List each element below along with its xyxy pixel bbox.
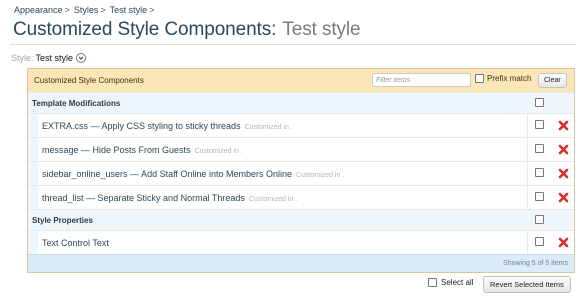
list-item-text: thread_list — Separate Sticky and Normal… bbox=[42, 193, 297, 203]
prefix-match-label: Prefix match bbox=[487, 74, 532, 83]
breadcrumb-appearance[interactable]: Appearance bbox=[14, 5, 63, 15]
breadcrumb-separator: > bbox=[100, 5, 106, 15]
list-item: Text Control Text bbox=[28, 230, 574, 254]
list-item-link[interactable]: sidebar_online_users — Add Staff Online … bbox=[42, 169, 292, 179]
row-select-checkbox[interactable] bbox=[535, 168, 544, 177]
section-style-properties: Style Properties bbox=[28, 209, 574, 230]
row-indent bbox=[28, 186, 38, 209]
section-select-checkbox[interactable] bbox=[535, 98, 544, 107]
list-item-link[interactable]: EXTRA.css — Apply CSS styling to sticky … bbox=[42, 121, 241, 131]
row-divider bbox=[527, 186, 528, 209]
breadcrumb-styles[interactable]: Styles bbox=[74, 5, 99, 15]
showing-count: Showing 5 of 5 items bbox=[503, 260, 568, 267]
breadcrumb-test-style[interactable]: Test style bbox=[110, 5, 148, 15]
list-item-link[interactable]: thread_list — Separate Sticky and Normal… bbox=[42, 193, 245, 203]
select-all-label: Select all bbox=[441, 278, 474, 287]
list-item: sidebar_online_users — Add Staff Online … bbox=[28, 161, 574, 185]
list-item: message — Hide Posts From Guests Customiz… bbox=[28, 137, 574, 161]
style-selector[interactable]: Style: Test style bbox=[11, 53, 87, 63]
section-label: Style Properties bbox=[32, 215, 93, 225]
clear-filter-button[interactable]: Clear bbox=[538, 73, 567, 88]
delete-icon[interactable] bbox=[558, 120, 569, 131]
list-item-link[interactable]: Text Control Text bbox=[42, 238, 109, 248]
list-item: EXTRA.css — Apply CSS styling to sticky … bbox=[28, 113, 574, 137]
row-indent bbox=[28, 114, 38, 137]
delete-icon[interactable] bbox=[558, 144, 569, 155]
row-divider bbox=[527, 231, 528, 254]
page-title-main: Customized Style Components: bbox=[13, 19, 277, 40]
delete-icon[interactable] bbox=[558, 192, 569, 203]
breadcrumb-separator: > bbox=[64, 5, 70, 15]
panel-header: Customized Style Components Prefix match… bbox=[28, 69, 574, 92]
row-select-checkbox[interactable] bbox=[535, 192, 544, 201]
row-indent bbox=[28, 138, 38, 161]
delete-icon[interactable] bbox=[558, 237, 569, 248]
list-item-note: Customized in . bbox=[248, 195, 298, 203]
list-item-text: sidebar_online_users — Add Staff Online … bbox=[42, 169, 344, 179]
select-all-checkbox[interactable] bbox=[428, 278, 437, 287]
page-title-style-name: Test style bbox=[282, 19, 361, 40]
row-divider bbox=[527, 162, 528, 185]
delete-icon[interactable] bbox=[558, 168, 569, 179]
customized-components-panel: Customized Style Components Prefix match… bbox=[27, 68, 575, 273]
list-item-note: Customized in . bbox=[295, 171, 345, 179]
list-item-text: Text Control Text bbox=[42, 238, 113, 248]
prefix-match[interactable]: Prefix match bbox=[475, 74, 531, 83]
prefix-match-checkbox[interactable] bbox=[475, 74, 484, 83]
revert-selected-button[interactable]: Revert Selected Items bbox=[483, 276, 571, 293]
breadcrumb: Appearance > Styles > Test style > bbox=[14, 5, 158, 15]
panel-heading: Customized Style Components bbox=[34, 76, 144, 85]
style-selector-label: Style: bbox=[11, 53, 34, 63]
page-title: Customized Style Components: Test style bbox=[13, 19, 361, 41]
list-item: thread_list — Separate Sticky and Normal… bbox=[28, 185, 574, 209]
chevron-down-icon[interactable] bbox=[76, 53, 87, 63]
list-item-note: Customized in . bbox=[244, 123, 293, 131]
section-select-checkbox[interactable] bbox=[535, 215, 544, 224]
select-all[interactable]: Select all bbox=[428, 278, 473, 287]
row-indent bbox=[28, 231, 38, 254]
row-indent bbox=[28, 162, 38, 185]
panel-footer: Showing 5 of 5 items bbox=[28, 254, 574, 272]
filter-input[interactable] bbox=[372, 73, 471, 87]
section-label: Template Modifications bbox=[32, 98, 121, 108]
row-divider bbox=[527, 138, 528, 161]
style-selector-value[interactable]: Test style bbox=[36, 53, 74, 63]
title-divider bbox=[10, 44, 576, 45]
section-template-modifications: Template Modifications bbox=[28, 92, 574, 113]
list-item-text: message — Hide Posts From Guests Customiz… bbox=[42, 145, 243, 155]
row-select-checkbox[interactable] bbox=[535, 120, 544, 129]
row-divider bbox=[527, 114, 528, 137]
list-item-note: Customized in . bbox=[194, 147, 243, 155]
list-item-text: EXTRA.css — Apply CSS styling to sticky … bbox=[42, 121, 293, 131]
list-item-link[interactable]: message — Hide Posts From Guests bbox=[42, 145, 191, 155]
row-select-checkbox[interactable] bbox=[535, 144, 544, 153]
row-select-checkbox[interactable] bbox=[535, 237, 544, 246]
breadcrumb-separator: > bbox=[149, 5, 155, 15]
